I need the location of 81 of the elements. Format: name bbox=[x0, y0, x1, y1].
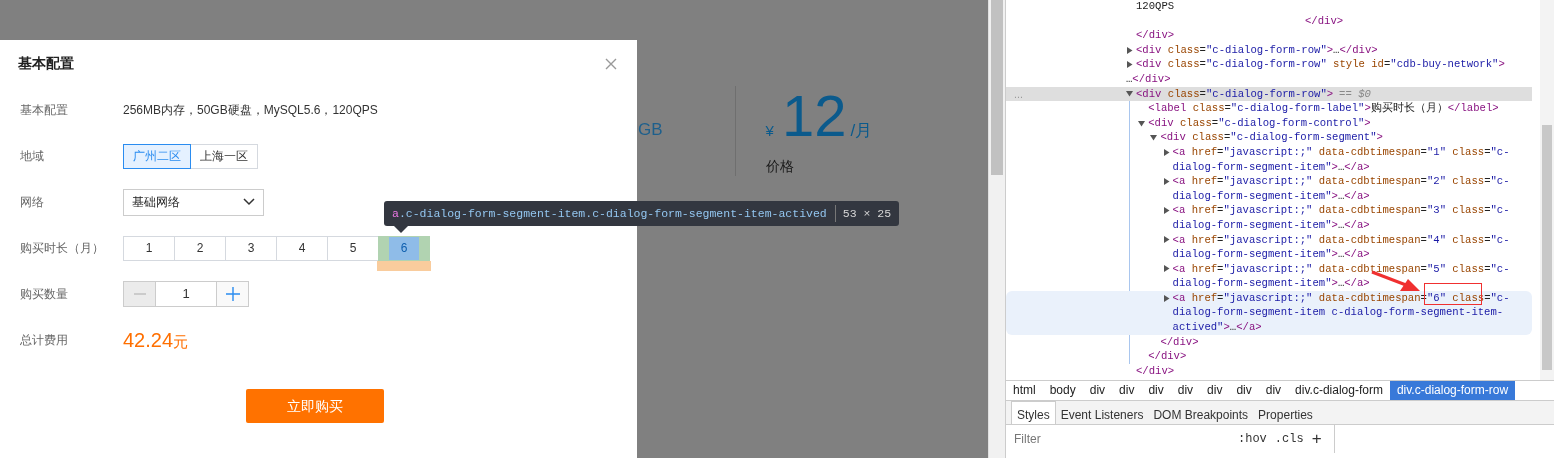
field-label: 购买数量 bbox=[20, 286, 69, 303]
code-line: </div> bbox=[1136, 363, 1176, 379]
panel-tab[interactable]: DOM Breakpoints bbox=[1148, 401, 1254, 424]
expand-triangle-icon[interactable] bbox=[1162, 294, 1170, 302]
field-label: 地域 bbox=[20, 148, 45, 165]
field-value: 256MB内存，50GB硬盘，MySQL5.6，120QPS bbox=[123, 102, 378, 119]
panel-tab[interactable]: Event Listeners bbox=[1055, 401, 1149, 424]
expand-triangle-icon[interactable] bbox=[1162, 265, 1170, 273]
segment-option[interactable]: 4 bbox=[276, 235, 328, 261]
total-amount: 42.24 bbox=[123, 329, 174, 351]
expand-triangle-icon[interactable] bbox=[1126, 46, 1133, 54]
currency-unit: 元 bbox=[173, 333, 189, 350]
panel-tab[interactable]: Properties bbox=[1253, 401, 1318, 424]
code-line[interactable]: <a href="javascript:;" data-cdbtimespan="5" class="c-dialog-form-segment-item">…</a> bbox=[1172, 261, 1532, 291]
collapse-triangle-icon[interactable] bbox=[1150, 134, 1158, 142]
breadcrumb-item[interactable]: div bbox=[1170, 381, 1201, 400]
expand-triangle-icon[interactable] bbox=[1162, 207, 1170, 215]
currency-symbol: ¥ bbox=[765, 121, 774, 141]
field-label: 网络 bbox=[20, 194, 45, 211]
breadcrumb-item[interactable]: html bbox=[1006, 381, 1043, 400]
filter-field[interactable]: Filter bbox=[1006, 430, 1234, 448]
breadcrumb-item[interactable]: div.c-dialog-form bbox=[1288, 381, 1390, 400]
code-line: </div> bbox=[1160, 334, 1200, 350]
code-line[interactable]: <div class="c-dialog-form-row" style id="cdb-buy-network"> bbox=[1136, 57, 1532, 72]
breadcrumb-item[interactable]: div bbox=[1141, 381, 1171, 400]
close-icon[interactable] bbox=[605, 57, 617, 70]
code-line[interactable]: <label class="c-dialog-form-label">购买时长（月）</label> bbox=[1148, 101, 1532, 116]
inspect-margin-highlight bbox=[377, 260, 431, 271]
price-label: 价格 bbox=[765, 157, 795, 176]
field-label: 购买时长（月） bbox=[20, 240, 105, 257]
segment-option[interactable]: 2 bbox=[174, 235, 226, 261]
code-line[interactable]: <a href="javascript:;" data-cdbtimespan="3" class="c-dialog-form-segment-item">…</a> bbox=[1172, 203, 1532, 233]
field-label: 基本配置 bbox=[20, 102, 69, 119]
panel-tab[interactable]: Styles bbox=[1011, 401, 1056, 424]
filter-toggle-button[interactable]: :hov bbox=[1234, 430, 1271, 448]
breadcrumb-item[interactable]: div bbox=[1082, 381, 1113, 400]
code-line[interactable]: <div class="c-dialog-form-row"> bbox=[1136, 86, 1334, 102]
price-unit: /月 bbox=[850, 120, 873, 142]
console-reference: == $0 bbox=[1339, 86, 1371, 102]
element-tag: a bbox=[392, 204, 399, 223]
filter-toggle-button[interactable]: .cls bbox=[1270, 430, 1308, 448]
chevron-down-icon bbox=[243, 198, 255, 206]
code-line: …</div> bbox=[1126, 71, 1172, 87]
code-line[interactable]: <div class="c-dialog-form-segment"> bbox=[1160, 130, 1532, 145]
breadcrumb-item[interactable]: div bbox=[1258, 381, 1289, 400]
expand-triangle-icon[interactable] bbox=[1162, 236, 1170, 244]
breadcrumb-item[interactable]: div.c-dialog-form-row bbox=[1389, 381, 1516, 400]
collapse-triangle-icon[interactable] bbox=[1126, 90, 1133, 98]
expand-triangle-icon[interactable] bbox=[1162, 148, 1170, 156]
breadcrumb-item[interactable]: div bbox=[1229, 381, 1259, 400]
code-line[interactable]: <div class="c-dialog-form-row">…</div> bbox=[1136, 42, 1532, 58]
code-line[interactable]: <div class="c-dialog-form-control"> bbox=[1148, 115, 1532, 131]
scrollbar-thumb[interactable] bbox=[991, 0, 1003, 175]
dialog-title: 基本配置 bbox=[18, 54, 74, 73]
breadcrumb-item[interactable]: body bbox=[1042, 381, 1083, 400]
minus-icon bbox=[133, 293, 146, 295]
network-select[interactable]: 基础网络 bbox=[123, 188, 264, 216]
price-amount: 12 bbox=[781, 86, 847, 146]
code-line[interactable]: <a href="javascript:;" data-cdbtimespan="4" class="c-dialog-form-segment-item">…</a> bbox=[1172, 232, 1532, 262]
code-line: </div> bbox=[1304, 13, 1345, 29]
segment-option[interactable]: 3 bbox=[225, 235, 277, 261]
code-line: </div> bbox=[1136, 28, 1176, 43]
element-selector: .c-dialog-form-segment-item.c-dialog-form-segment-item-actived bbox=[398, 205, 827, 222]
code-line: </div> bbox=[1148, 349, 1188, 364]
segment-option[interactable]: 5 bbox=[327, 235, 379, 261]
storage-unit: GB bbox=[638, 119, 663, 141]
code-line: 120QPS bbox=[1136, 0, 1176, 14]
breadcrumb-item[interactable]: div bbox=[1200, 381, 1230, 400]
expand-triangle-icon[interactable] bbox=[1126, 61, 1133, 69]
collapse-triangle-icon[interactable] bbox=[1138, 119, 1146, 127]
scrollbar-thumb[interactable] bbox=[1542, 125, 1552, 370]
field-label: 总计费用 bbox=[20, 332, 69, 349]
code-line[interactable]: <a href="javascript:;" data-cdbtimespan="1" class="c-dialog-form-segment-item">…</a> bbox=[1172, 144, 1532, 175]
breadcrumb-item[interactable]: div bbox=[1112, 381, 1142, 400]
code-line[interactable]: <a href="javascript:;" data-cdbtimespan="2" class="c-dialog-form-segment-item">…</a> bbox=[1172, 174, 1532, 204]
segment-option[interactable]: 上海一区 bbox=[190, 143, 258, 169]
filter-toggle-button[interactable]: + bbox=[1307, 426, 1326, 452]
segment-option[interactable]: 1 bbox=[123, 235, 175, 261]
element-size: 53 × 25 bbox=[834, 204, 892, 223]
plus-icon bbox=[225, 287, 240, 301]
expand-triangle-icon[interactable] bbox=[1162, 177, 1170, 185]
